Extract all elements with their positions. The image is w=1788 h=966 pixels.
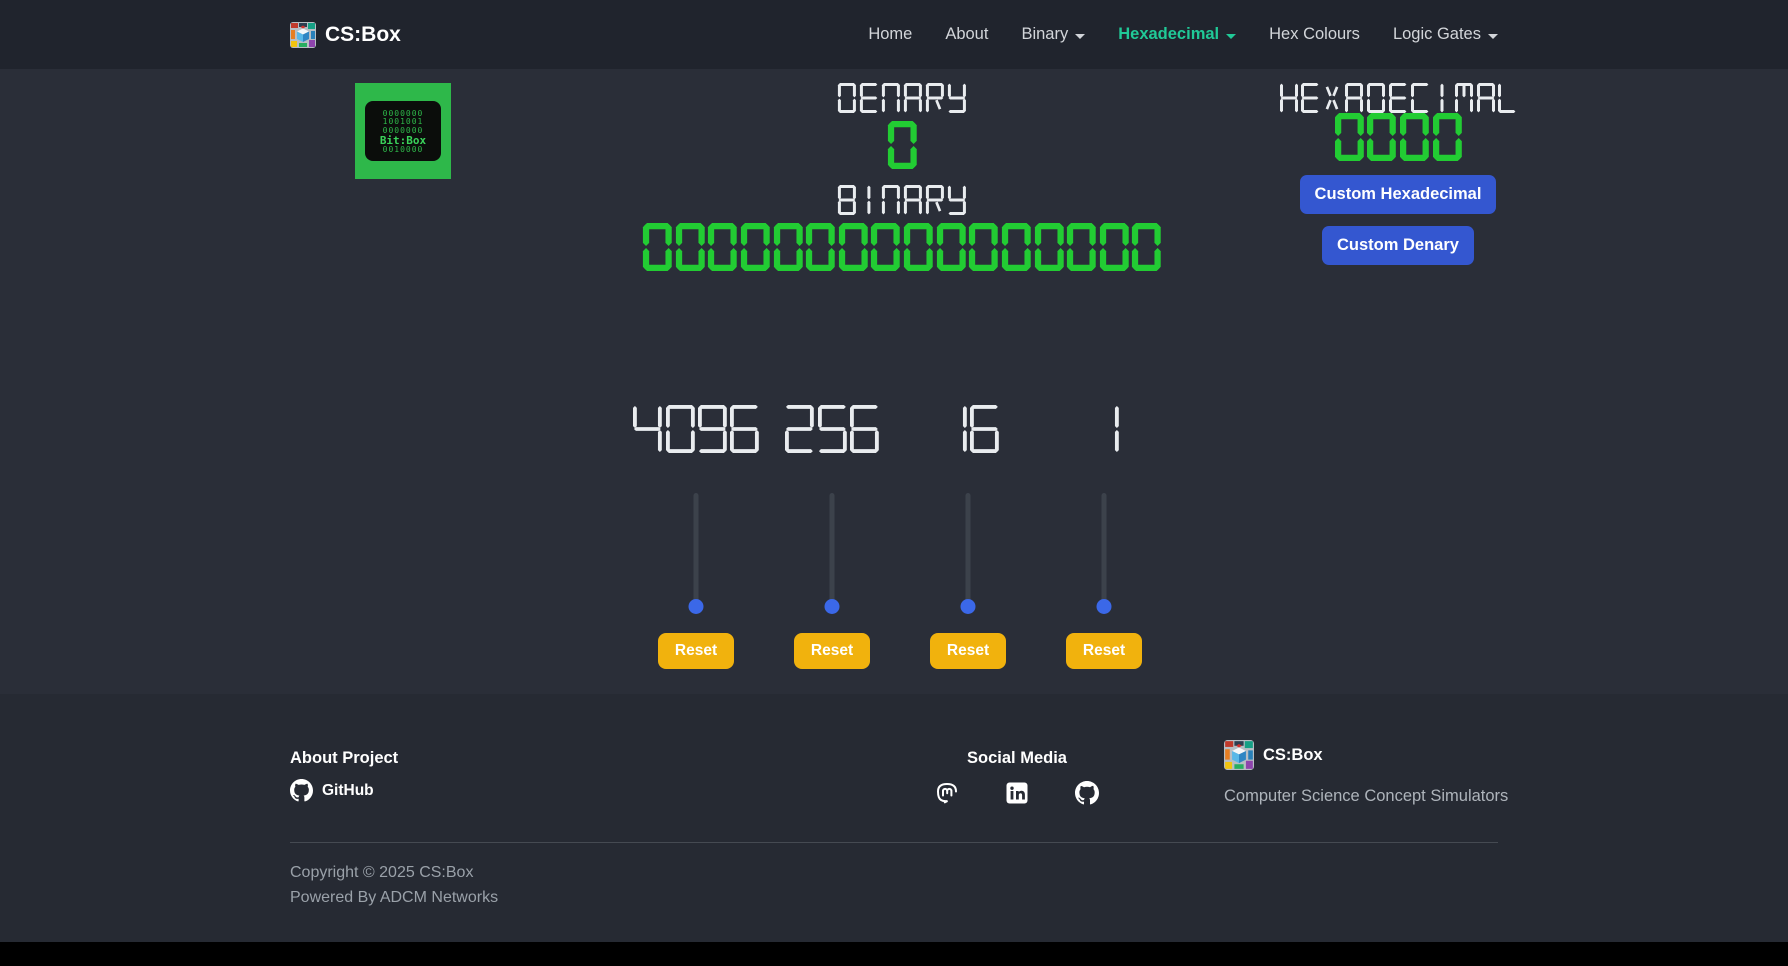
- nav-item-hex-colours[interactable]: Hex Colours: [1269, 25, 1360, 44]
- nav-item-hexadecimal[interactable]: Hexadecimal: [1118, 25, 1236, 44]
- slider-column-4096: Reset: [636, 405, 756, 669]
- slider-thumb[interactable]: [961, 599, 976, 614]
- hexadecimal-panel: Custom Hexadecimal Custom Denary: [1248, 83, 1548, 265]
- slider-track[interactable]: [966, 493, 971, 607]
- slider-column-1: Reset: [1044, 405, 1164, 669]
- binary-heading: [838, 185, 965, 215]
- nav-links: Home About Binary Hexadecimal Hex Colour…: [868, 25, 1498, 44]
- footer: About Project GitHub Social Media: [0, 694, 1788, 942]
- place-value-256: [785, 405, 878, 453]
- footer-brand-name: CS:Box: [1263, 746, 1323, 765]
- mastodon-icon[interactable]: [935, 781, 959, 805]
- slider-thumb[interactable]: [825, 599, 840, 614]
- slider-track[interactable]: [830, 493, 835, 607]
- slider-column-16: Reset: [908, 405, 1028, 669]
- slider-1[interactable]: [1097, 493, 1111, 607]
- place-value-4096: [633, 405, 758, 453]
- reset-button-16[interactable]: Reset: [930, 633, 1006, 669]
- caret-down-icon: [1226, 34, 1236, 39]
- footer-copyright: Copyright © 2025 CS:Box Powered By ADCM …: [290, 860, 498, 910]
- slider-thumb[interactable]: [1097, 599, 1112, 614]
- slider-track[interactable]: [694, 493, 699, 607]
- place-value-1: [1090, 405, 1119, 453]
- github-icon: [290, 779, 313, 802]
- github-link[interactable]: GitHub: [290, 779, 398, 802]
- place-value-16: [938, 405, 999, 453]
- brand-name: CS:Box: [325, 23, 401, 47]
- csbox-logo-icon: [1224, 740, 1254, 770]
- brand[interactable]: CS:Box: [290, 22, 401, 48]
- github-icon[interactable]: [1075, 781, 1099, 805]
- bitbox-logo-screen: 0000000 1001001 0000000 Bit:Box 0010000: [365, 101, 441, 161]
- csbox-logo-icon: [290, 22, 316, 48]
- slider-thumb[interactable]: [689, 599, 704, 614]
- caret-down-icon: [1488, 34, 1498, 39]
- reset-button-1[interactable]: Reset: [1066, 633, 1142, 669]
- slider-16[interactable]: [961, 493, 975, 607]
- footer-social: Social Media: [887, 749, 1147, 805]
- nav-item-logic-gates[interactable]: Logic Gates: [1393, 25, 1498, 44]
- footer-divider: [290, 842, 1498, 843]
- copyright-text: Copyright © 2025 CS:Box: [290, 860, 498, 885]
- about-project-heading: About Project: [290, 749, 398, 768]
- linkedin-icon[interactable]: [1005, 781, 1029, 805]
- hexadecimal-heading: [1280, 83, 1517, 113]
- slider-column-256: Reset: [772, 405, 892, 669]
- powered-by-text: Powered By ADCM Networks: [290, 885, 498, 910]
- main-content: 0000000 1001001 0000000 Bit:Box 0010000 …: [0, 69, 1788, 694]
- bottom-bar: [0, 942, 1788, 966]
- nav-item-home[interactable]: Home: [868, 25, 912, 44]
- navbar: CS:Box Home About Binary Hexadecimal Hex…: [0, 0, 1788, 69]
- nav-item-about[interactable]: About: [945, 25, 988, 44]
- github-link-label: GitHub: [322, 782, 374, 800]
- slider-4096[interactable]: [689, 493, 703, 607]
- footer-about: About Project GitHub: [290, 749, 398, 802]
- hexadecimal-value: [1335, 113, 1462, 161]
- reset-button-4096[interactable]: Reset: [658, 633, 734, 669]
- slider-256[interactable]: [825, 493, 839, 607]
- caret-down-icon: [1075, 34, 1085, 39]
- binary-value: [643, 223, 1161, 271]
- custom-denary-button[interactable]: Custom Denary: [1322, 226, 1474, 265]
- conversion-display: [643, 83, 1161, 271]
- bitbox-logo: 0000000 1001001 0000000 Bit:Box 0010000: [355, 83, 451, 179]
- denary-value: [888, 121, 917, 169]
- custom-hexadecimal-button[interactable]: Custom Hexadecimal: [1300, 175, 1497, 214]
- reset-button-256[interactable]: Reset: [794, 633, 870, 669]
- social-media-heading: Social Media: [887, 749, 1147, 768]
- denary-heading: [838, 83, 965, 113]
- slider-track[interactable]: [1102, 493, 1107, 607]
- footer-tagline: Computer Science Concept Simulators: [1224, 787, 1510, 806]
- footer-brand: CS:Box Computer Science Concept Simulato…: [1224, 740, 1510, 806]
- nav-item-binary[interactable]: Binary: [1021, 25, 1085, 44]
- hex-digit-sliders: Reset Reset Reset: [636, 405, 1164, 669]
